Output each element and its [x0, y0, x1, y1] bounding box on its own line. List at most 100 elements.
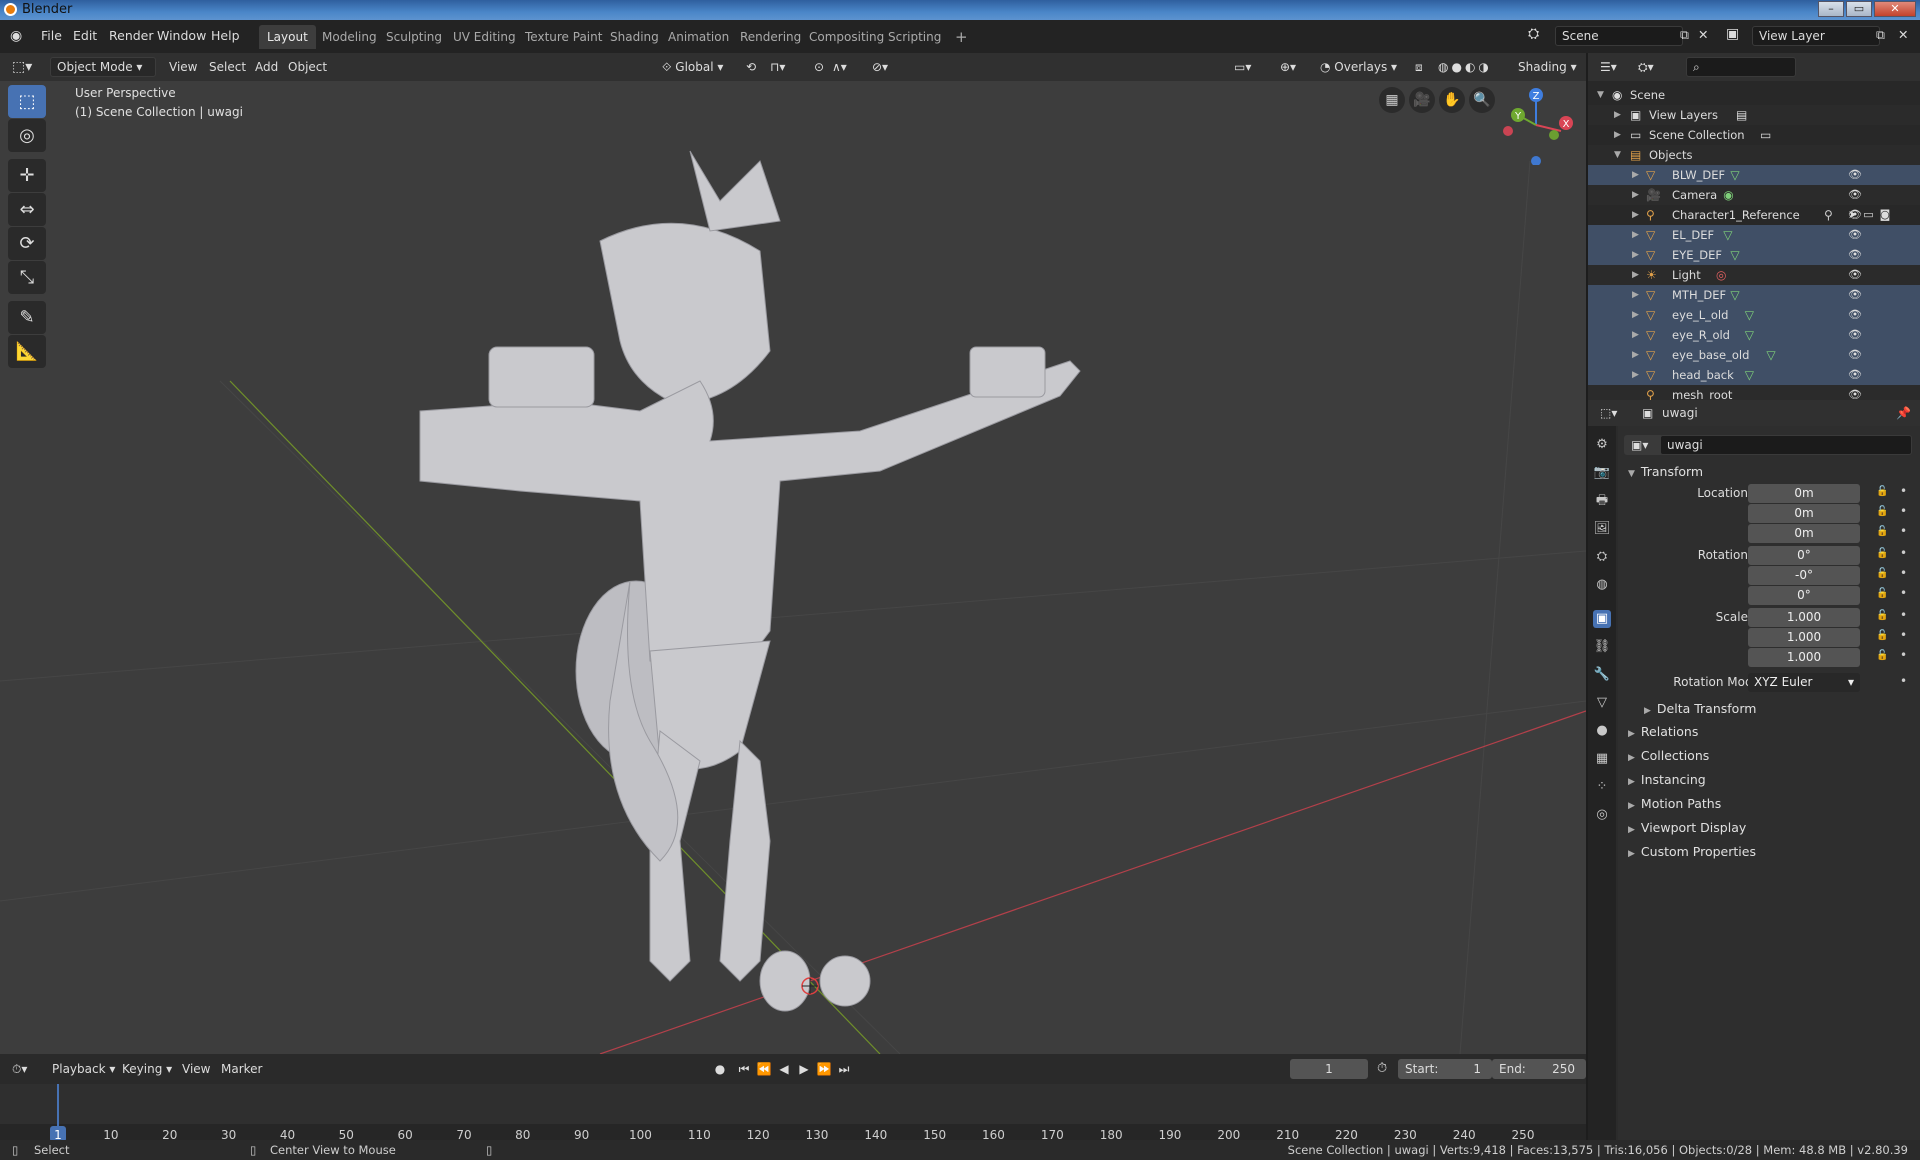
rotation-z-field[interactable]: 0° — [1748, 586, 1860, 605]
keyframe-dot-icon[interactable]: • — [1900, 484, 1907, 498]
material-tab-icon[interactable]: ● — [1593, 722, 1611, 740]
keyframe-dot-icon[interactable]: • — [1900, 566, 1907, 580]
editor-type-icon[interactable]: ⬚▾ — [12, 57, 32, 77]
toggle-grid-icon[interactable]: ▦ — [1379, 87, 1405, 113]
xray-icon[interactable]: ⧈ — [1415, 57, 1423, 77]
expand-arrow-icon[interactable]: ▶ — [1632, 305, 1639, 325]
tab-modeling[interactable]: Modeling — [314, 25, 385, 49]
falloff-icon[interactable]: ∧▾ — [832, 57, 847, 77]
mode-selector[interactable]: Object Mode ▾ — [50, 57, 156, 77]
play-reverse-icon[interactable]: ◀ — [776, 1060, 792, 1078]
record-icon[interactable]: ● — [712, 1060, 728, 1078]
camera-view-icon[interactable]: 🎥 — [1409, 87, 1435, 113]
scale-x-field[interactable]: 1.000 — [1748, 608, 1860, 627]
panel-header[interactable]: ▶ Motion Paths — [1628, 796, 1721, 811]
tab-rendering[interactable]: Rendering — [732, 25, 809, 49]
timeline-view-menu[interactable]: View — [182, 1059, 210, 1079]
close-button[interactable]: ✕ — [1874, 1, 1916, 17]
rotate-tool[interactable]: ⟳ — [8, 227, 46, 260]
delete-view-layer-icon[interactable]: ✕ — [1898, 27, 1908, 42]
tab-texture-paint[interactable]: Texture Paint — [517, 25, 610, 49]
annotate-tool[interactable]: ✎ — [8, 301, 46, 334]
output-tab-icon[interactable]: 🖶 — [1593, 492, 1611, 510]
expand-arrow-icon[interactable]: ▶ — [1632, 185, 1639, 205]
menu-help[interactable]: Help — [211, 28, 240, 43]
timeline-track[interactable]: 1 10 20 30 40 50 60 70 80 90 100 110 120 130 140 150 160… — [0, 1084, 1586, 1144]
navigation-gizmo[interactable]: Z X Y — [1496, 85, 1576, 165]
proportional-edit-icon[interactable]: ⊙ — [814, 57, 824, 77]
lock-icon[interactable]: 🔓 — [1876, 486, 1888, 497]
scale-y-field[interactable]: 1.000 — [1748, 628, 1860, 647]
panel-header[interactable]: ▶ Instancing — [1628, 772, 1706, 787]
expand-arrow-icon[interactable]: ▶ — [1632, 165, 1639, 185]
rotation-mode-keyframe-icon[interactable]: • — [1900, 674, 1907, 688]
new-scene-icon[interactable]: ⧉ — [1680, 27, 1689, 43]
properties-editor-type-icon[interactable]: ⬚▾ — [1600, 403, 1617, 423]
translate-tool[interactable]: ⇔ — [8, 193, 46, 226]
keyframe-dot-icon[interactable]: • — [1900, 504, 1907, 518]
constraints-tab-icon[interactable]: ⛓ — [1593, 638, 1611, 656]
delete-scene-icon[interactable]: ✕ — [1698, 27, 1708, 42]
rotation-mode-dropdown[interactable]: XYZ Euler ▾ — [1748, 673, 1860, 692]
outliner-view-layers-row[interactable]: ▶ ▣ View Layers ▤ — [1588, 105, 1920, 125]
physics-tab-icon[interactable]: ◎ — [1593, 806, 1611, 824]
data-tab-icon[interactable]: ▽ — [1593, 694, 1611, 712]
jump-end-icon[interactable]: ⏭ — [836, 1060, 852, 1078]
outliner-scene-collection-row[interactable]: ▶ ▭ Scene Collection ▭ — [1588, 125, 1920, 145]
expand-arrow-icon[interactable]: ▶ — [1614, 105, 1621, 125]
tab-shading[interactable]: Shading — [602, 25, 667, 49]
scale-tool[interactable]: ⤡ — [8, 261, 46, 294]
expand-arrow-icon[interactable]: ▶ — [1632, 225, 1639, 245]
collapse-arrow-icon[interactable]: ▼ — [1597, 85, 1604, 105]
scene-name-field[interactable]: Scene — [1555, 26, 1683, 46]
tab-scripting[interactable]: Scripting — [880, 25, 949, 49]
menu-object[interactable]: Object — [288, 57, 327, 77]
outliner-scene-row[interactable]: ▼ ◉ Scene — [1588, 85, 1920, 105]
current-frame-field[interactable]: 1 — [1290, 1059, 1368, 1079]
modifiers-tab-icon[interactable]: 🔧 — [1593, 666, 1611, 684]
location-x-field[interactable]: 0m — [1748, 484, 1860, 503]
object-name-input[interactable]: uwagi — [1660, 435, 1912, 455]
lock-icon[interactable]: 🔓 — [1876, 630, 1888, 641]
maximize-button[interactable]: ▭ — [1846, 1, 1872, 17]
snap-icon[interactable]: ⊓▾ — [770, 57, 785, 77]
lock-icon[interactable]: 🔓 — [1876, 568, 1888, 579]
location-y-field[interactable]: 0m — [1748, 504, 1860, 523]
outliner-object-row[interactable]: ▶ 🎥 Camera ◉ 👁➤▭◙ — [1588, 185, 1920, 221]
object-type-dropdown[interactable]: ▣▾ — [1624, 435, 1664, 455]
particles-tab-icon[interactable]: ⁘ — [1593, 778, 1611, 796]
keyframe-dot-icon[interactable]: • — [1900, 586, 1907, 600]
new-view-layer-icon[interactable]: ⧉ — [1876, 27, 1885, 43]
playback-menu[interactable]: Playback ▾ — [52, 1059, 115, 1079]
view-object-types-icon[interactable]: ▭▾ — [1234, 57, 1251, 77]
tab-layout[interactable]: Layout — [259, 25, 316, 49]
keyframe-dot-icon[interactable]: • — [1900, 524, 1907, 538]
outliner-object-row[interactable]: ▶▽eye_L_old▽👁➤▭◙ — [1588, 305, 1920, 341]
jump-keyframe-forward-icon[interactable]: ⏩ — [816, 1060, 832, 1078]
pin-icon[interactable]: 📌 — [1896, 403, 1911, 423]
lock-icon[interactable]: 🔓 — [1876, 548, 1888, 559]
panel-header[interactable]: ▶ Relations — [1628, 724, 1698, 739]
world-tab-icon[interactable]: ◍ — [1593, 576, 1611, 594]
measure-tool[interactable]: 📐 — [8, 335, 46, 368]
lock-icon[interactable]: 🔓 — [1876, 650, 1888, 661]
expand-arrow-icon[interactable]: ▶ — [1632, 265, 1639, 285]
texture-tab-icon[interactable]: ▦ — [1593, 750, 1611, 768]
transform-orientation-dropdown[interactable]: ⟐ Global ▾ — [662, 57, 723, 77]
display-mode-icon[interactable]: ⛭▾ — [1638, 57, 1654, 77]
select-box-tool[interactable]: ⬚ — [8, 85, 46, 118]
pivot-icon[interactable]: ⟲ — [746, 57, 756, 77]
link-icon[interactable]: ⊘▾ — [872, 57, 888, 77]
tab-sculpting[interactable]: Sculpting — [378, 25, 450, 49]
3d-viewport[interactable]: ⬚ ◎ ✛ ⇔ ⟳ ⤡ ✎ 📐 User Perspective (1) Sce… — [0, 81, 1586, 1054]
tab-compositing[interactable]: Compositing — [801, 25, 892, 49]
shading-modes-icon[interactable]: ◍●◐◑ — [1438, 57, 1492, 77]
outliner-search-input[interactable]: ⌕ — [1686, 57, 1796, 77]
stopwatch-icon[interactable]: ⏱ — [1377, 1059, 1387, 1079]
expand-arrow-icon[interactable]: ▶ — [1632, 285, 1639, 305]
expand-arrow-icon[interactable]: ▶ — [1632, 205, 1639, 225]
lock-icon[interactable]: 🔓 — [1876, 610, 1888, 621]
outliner-object-row[interactable]: ▶▽EL_DEF▽👁➤▭◙ — [1588, 225, 1920, 261]
expand-arrow-icon[interactable]: ▶ — [1632, 345, 1639, 365]
jump-start-icon[interactable]: ⏮ — [736, 1060, 752, 1078]
